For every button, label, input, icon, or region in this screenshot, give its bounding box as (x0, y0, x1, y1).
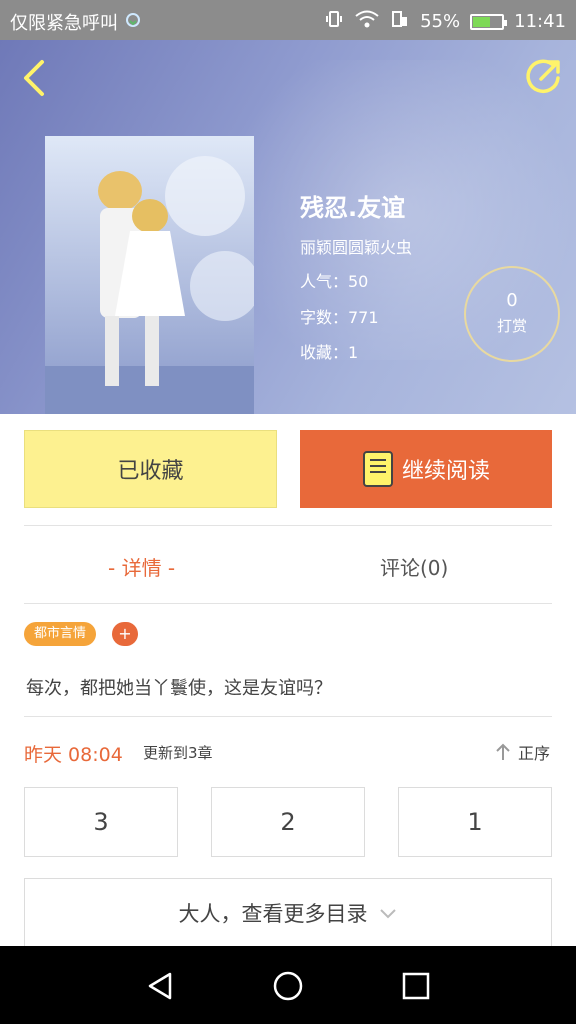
book-description: 每次，都把她当丫鬟使，这是友谊吗？ (26, 678, 332, 699)
share-icon (526, 59, 560, 94)
chevron-left-icon (24, 60, 44, 96)
update-info: 更新到3章 (143, 744, 213, 762)
triangle-back-icon (148, 972, 172, 1000)
book-header: 残忍.友谊 丽颖圆圆颖火虫 人气：50 字数：771 收藏：1 0 打赏 (0, 40, 576, 414)
divider (24, 716, 552, 717)
divider (24, 525, 552, 526)
arrow-up-icon (496, 743, 510, 760)
vibrate-icon (324, 9, 344, 34)
nav-back-button[interactable] (144, 970, 176, 1002)
divider (24, 603, 552, 604)
square-recents-icon (402, 972, 430, 1000)
add-tag-button[interactable]: + (112, 622, 138, 646)
system-nav-bar (0, 946, 576, 1024)
sort-order-label: 正序 (517, 744, 550, 763)
battery-percent: 55% (420, 11, 461, 32)
book-title: 残忍.友谊 (300, 194, 406, 222)
chevron-down-icon (379, 909, 396, 919)
book-author[interactable]: 丽颖圆圆颖火虫 (300, 234, 412, 258)
battery-icon (470, 13, 508, 30)
popularity-stat: 人气：50 (300, 272, 369, 291)
tab-detail[interactable]: - 详情 - (108, 552, 175, 581)
update-time: 昨天 08:04 (24, 744, 123, 766)
collections-stat: 收藏：1 (300, 343, 359, 362)
chapter-button[interactable]: 2 (211, 787, 365, 857)
continue-reading-label: 继续阅读 (401, 459, 490, 484)
more-catalog-label: 大人，查看更多目录 (178, 902, 368, 926)
clock: 11:41 (514, 11, 566, 32)
collected-label: 已收藏 (117, 459, 184, 484)
share-button[interactable] (524, 56, 564, 96)
back-button[interactable] (16, 56, 52, 100)
word-count-stat: 字数：771 (300, 308, 379, 327)
data-icon (390, 9, 410, 34)
wifi-icon (354, 9, 380, 34)
book-cover-image[interactable] (45, 136, 254, 414)
category-tag[interactable]: 都市言情 (24, 622, 97, 646)
reward-count: 0 (506, 290, 518, 311)
nav-home-button[interactable] (272, 970, 304, 1002)
reward-button[interactable]: 0 打赏 (464, 266, 560, 362)
book-icon (362, 451, 393, 487)
collected-button[interactable]: 已收藏 (24, 430, 277, 508)
more-catalog-button[interactable]: 大人，查看更多目录 (24, 878, 552, 948)
circle-home-icon (273, 971, 303, 1001)
nav-recents-button[interactable] (400, 970, 432, 1002)
carrier-text: 仅限紧急呼叫 (10, 13, 118, 34)
tab-comments[interactable]: 评论(0) (380, 552, 448, 581)
sort-order-button[interactable]: 正序 (494, 740, 550, 764)
status-bar: 仅限紧急呼叫 55% 11:41 (0, 0, 576, 40)
sim-icon (124, 11, 142, 34)
chapter-button[interactable]: 3 (24, 787, 178, 857)
reward-label: 打赏 (496, 317, 527, 335)
continue-reading-button[interactable]: 继续阅读 (300, 430, 552, 508)
chapter-button[interactable]: 1 (398, 787, 552, 857)
